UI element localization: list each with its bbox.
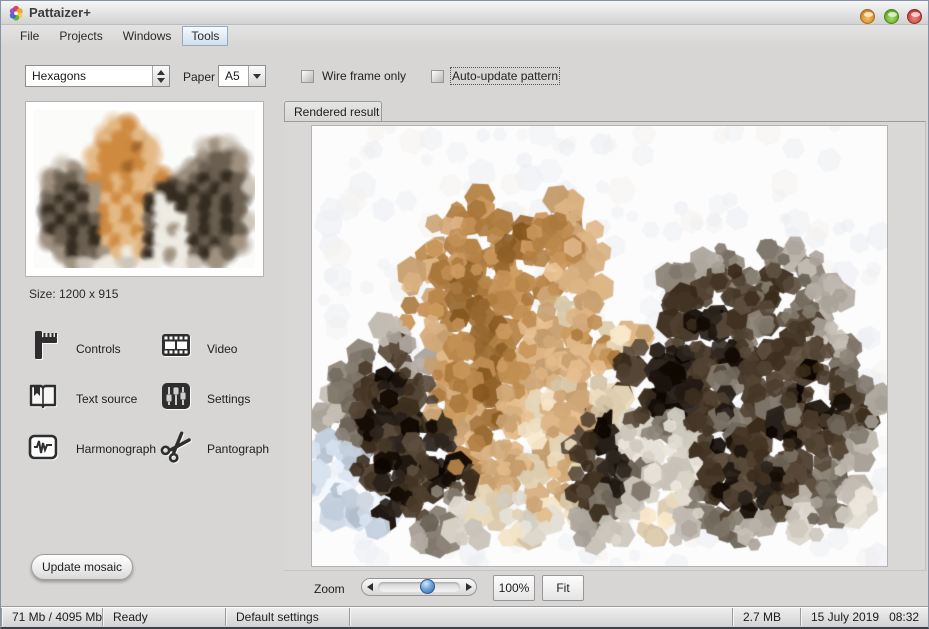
scissors-icon xyxy=(159,430,193,464)
status-datetime: 15 July 2019 08:32 xyxy=(802,607,928,627)
tool-controls-label[interactable]: Controls xyxy=(76,342,121,356)
tool-text-source-label[interactable]: Text source xyxy=(76,392,137,406)
update-mosaic-button[interactable]: Update mosaic xyxy=(31,554,133,580)
app-window: Pattaizer+ File Projects Windows Tools H… xyxy=(0,0,929,629)
minimize-button[interactable] xyxy=(860,9,875,24)
tool-video-label[interactable]: Video xyxy=(207,342,237,356)
pattern-select-value: Hexagons xyxy=(26,69,152,83)
status-time: 08:32 xyxy=(889,610,919,624)
tool-harmonograph[interactable] xyxy=(26,430,60,464)
source-image-panel xyxy=(25,101,264,277)
zoom-slider-track[interactable] xyxy=(378,582,460,592)
tool-pantograph-label[interactable]: Pantograph xyxy=(207,442,269,456)
tool-harmonograph-label[interactable]: Harmonograph xyxy=(76,442,156,456)
rendered-result-panel xyxy=(284,121,926,571)
spinner-up-icon xyxy=(157,70,165,75)
pattern-select[interactable]: Hexagons xyxy=(25,65,170,87)
wire-frame-checkbox[interactable] xyxy=(301,70,314,83)
titlebar: Pattaizer+ xyxy=(1,1,928,25)
window-title: Pattaizer+ xyxy=(29,5,91,20)
maximize-button[interactable] xyxy=(884,9,899,24)
menu-windows[interactable]: Windows xyxy=(114,26,181,46)
tool-settings[interactable] xyxy=(159,379,193,413)
paper-select[interactable]: A5 xyxy=(218,65,266,87)
app-logo-flower-icon xyxy=(8,5,24,21)
statusbar: 71 Mb / 4095 Mb Ready Default settings 2… xyxy=(1,606,928,627)
status-state: Ready xyxy=(104,607,225,627)
auto-update-checkbox-row: Auto-update pattern xyxy=(431,69,558,83)
tab-rendered-result-label: Rendered result xyxy=(294,105,379,119)
tool-video[interactable] xyxy=(159,328,193,362)
zoom-slider-left-button[interactable] xyxy=(362,579,377,595)
source-size-label: Size: 1200 x 915 xyxy=(29,287,118,301)
status-settings: Default settings xyxy=(227,607,349,627)
tool-settings-label[interactable]: Settings xyxy=(207,392,250,406)
zoom-slider-thumb[interactable] xyxy=(420,579,435,594)
auto-update-checkbox[interactable] xyxy=(431,70,444,83)
rendered-mosaic-image xyxy=(311,125,888,567)
zoom-slider-right-button[interactable] xyxy=(461,579,476,595)
wire-frame-checkbox-row: Wire frame only xyxy=(301,69,406,83)
tool-pantograph[interactable] xyxy=(159,430,193,464)
zoom-label: Zoom xyxy=(314,582,345,596)
film-icon xyxy=(159,328,193,362)
source-image-thumbnail xyxy=(34,110,255,268)
chevron-down-icon xyxy=(253,74,261,79)
status-date: 15 July 2019 xyxy=(811,610,879,624)
sliders-icon xyxy=(159,379,193,413)
paper-select-value: A5 xyxy=(219,69,248,83)
status-file-size: 2.7 MB xyxy=(734,607,800,627)
menubar: File Projects Windows Tools xyxy=(1,25,928,47)
tsquare-icon xyxy=(26,328,60,362)
pattern-spinner[interactable] xyxy=(152,66,169,86)
zoom-slider[interactable] xyxy=(361,578,477,596)
zoom-100-button[interactable]: 100% xyxy=(493,575,535,601)
status-spacer xyxy=(351,607,732,627)
paper-dropdown-button[interactable] xyxy=(248,66,265,86)
tool-controls[interactable] xyxy=(26,328,60,362)
menu-tools[interactable]: Tools xyxy=(182,26,228,46)
paper-label: Paper xyxy=(183,70,215,84)
auto-update-label: Auto-update pattern xyxy=(452,69,558,83)
wire-frame-label: Wire frame only xyxy=(322,69,406,83)
tool-text-source[interactable] xyxy=(26,379,60,413)
waveform-icon xyxy=(26,430,60,464)
status-memory: 71 Mb / 4095 Mb xyxy=(3,607,102,627)
close-button[interactable] xyxy=(907,9,922,24)
menu-file[interactable]: File xyxy=(11,26,48,46)
book-icon xyxy=(26,379,60,413)
menu-projects[interactable]: Projects xyxy=(50,26,111,46)
spinner-down-icon xyxy=(157,78,165,83)
tab-rendered-result[interactable]: Rendered result xyxy=(284,101,382,122)
zoom-fit-button[interactable]: Fit xyxy=(542,575,584,601)
arrow-right-icon xyxy=(466,583,472,591)
arrow-left-icon xyxy=(367,583,373,591)
